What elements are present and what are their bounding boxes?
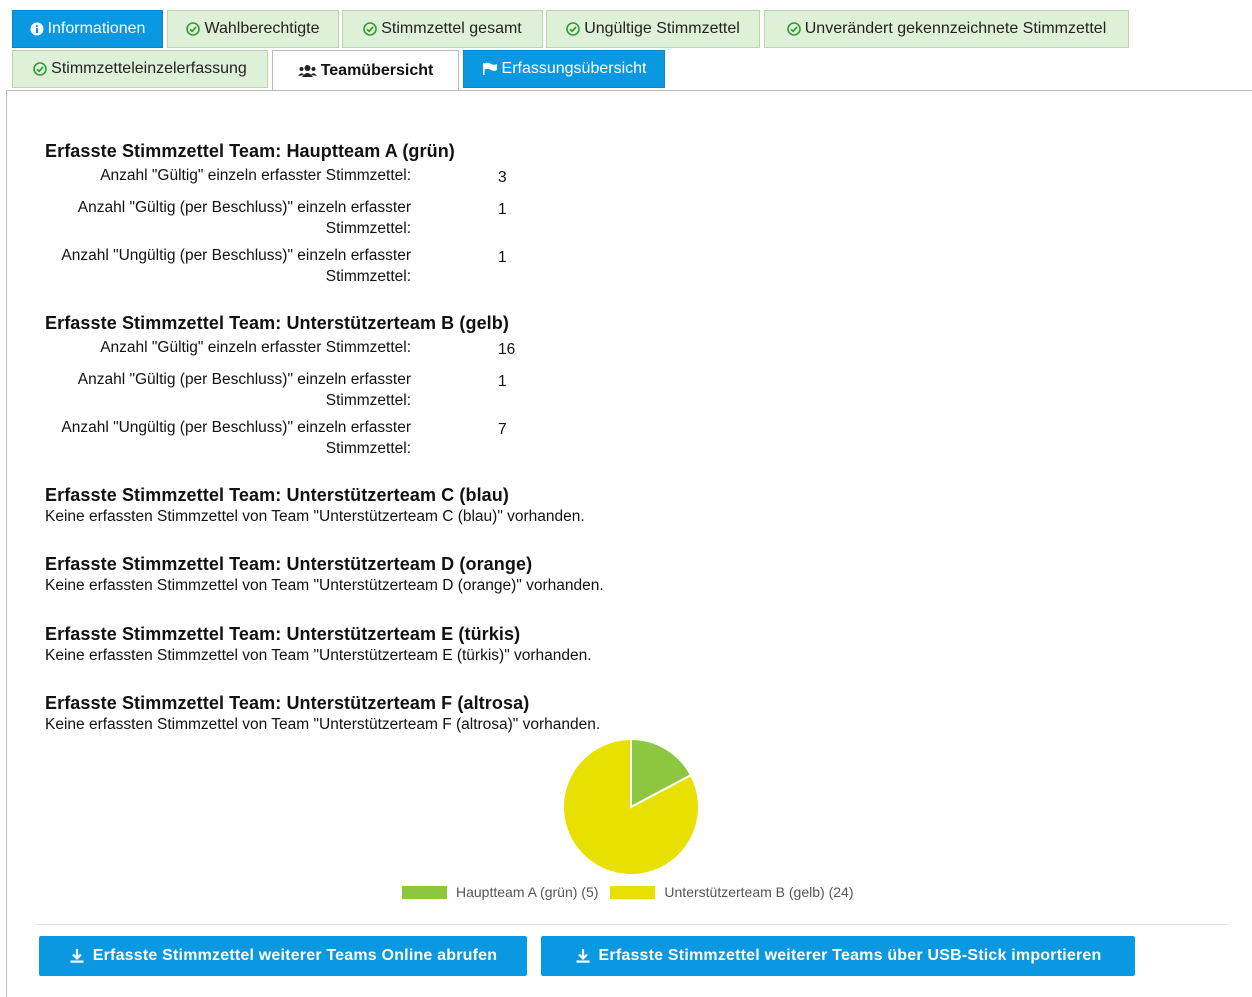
check-circle-icon <box>566 22 580 36</box>
empty-message: Keine erfassten Stimmzettel von Team "Un… <box>45 716 601 733</box>
team-section-b: Erfasste Stimmzettel Team: Unterstützert… <box>45 313 745 465</box>
stat-row: Anzahl "Gültig" einzeln erfasster Stimmz… <box>45 337 745 369</box>
empty-message: Keine erfassten Stimmzettel von Team "Un… <box>45 647 592 664</box>
tab-wahlberechtigte[interactable]: Wahlberechtigte <box>167 10 339 48</box>
check-circle-icon <box>363 22 378 36</box>
tab-label: Unverändert gekennzeichnete Stimmzettel <box>804 20 1107 37</box>
team-title: Erfasste Stimmzettel Team: Unterstützert… <box>45 624 521 644</box>
tab-label: Teamübersicht <box>320 61 434 79</box>
stat-value: 7 <box>498 421 507 438</box>
team-section-d: Erfasste Stimmzettel Team: Unterstützert… <box>45 554 745 595</box>
stat-value: 1 <box>498 373 507 390</box>
tab-underline <box>6 90 1252 91</box>
stat-label: Anzahl "Ungültig (per Beschluss)" einzel… <box>61 419 411 457</box>
stat-label: Anzahl "Gültig (per Beschluss)" einzeln … <box>77 371 411 409</box>
team-title: Erfasste Stimmzettel Team: Unterstützert… <box>45 485 509 505</box>
tab-label: Ungültige Stimmzettel <box>584 20 740 37</box>
tab-label: Stimmzettel gesamt <box>381 20 522 37</box>
check-circle-icon <box>186 22 201 36</box>
flag-icon <box>482 62 498 76</box>
button-label: Erfasste Stimmzettel weiterer Teams Onli… <box>92 947 498 964</box>
button-label: Erfasste Stimmzettel weiterer Teams über… <box>598 947 1102 964</box>
tab-label: Wahlberechtigte <box>204 20 320 37</box>
tab-erfassungsuebersicht[interactable]: Erfassungsübersicht <box>463 50 665 88</box>
stat-value: 16 <box>498 341 516 358</box>
stat-label: Anzahl "Gültig" einzeln erfasster Stimmz… <box>100 339 411 356</box>
legend-label: Hauptteam A (grün) (5) <box>456 884 599 900</box>
info-circle-icon <box>30 22 44 36</box>
team-title: Erfasste Stimmzettel Team: Unterstützert… <box>45 554 533 574</box>
stat-label: Anzahl "Gültig (per Beschluss)" einzeln … <box>77 199 411 237</box>
stat-label: Anzahl "Gültig" einzeln erfasster Stimmz… <box>100 167 411 184</box>
tab-ungueltige-stimmzettel[interactable]: Ungültige Stimmzettel <box>546 10 760 48</box>
stat-label: Anzahl "Ungültig (per Beschluss)" einzel… <box>61 247 411 285</box>
tab-stimmzetteleinzelerfassung[interactable]: Stimmzetteleinzelerfassung <box>12 50 268 88</box>
stat-value: 3 <box>498 169 507 186</box>
fetch-online-button[interactable]: Erfasste Stimmzettel weiterer Teams Onli… <box>39 936 527 976</box>
team-title: Erfasste Stimmzettel Team: Unterstützert… <box>45 313 509 333</box>
import-usb-button[interactable]: Erfasste Stimmzettel weiterer Teams über… <box>541 936 1135 976</box>
empty-message: Keine erfassten Stimmzettel von Team "Un… <box>45 577 604 594</box>
tab-label: Stimmzetteleinzelerfassung <box>51 60 247 77</box>
check-circle-icon <box>786 22 801 36</box>
pie-chart <box>562 737 700 876</box>
tab-informationen[interactable]: Informationen <box>12 10 163 48</box>
legend-swatch <box>402 885 447 899</box>
team-section-f: Erfasste Stimmzettel Team: Unterstützert… <box>45 693 745 734</box>
team-title: Erfasste Stimmzettel Team: Hauptteam A (… <box>45 141 455 161</box>
team-section-e: Erfasste Stimmzettel Team: Unterstützert… <box>45 624 745 665</box>
download-icon <box>69 948 85 964</box>
empty-message: Keine erfassten Stimmzettel von Team "Un… <box>45 508 585 525</box>
chart-legend: Hauptteam A (grün) (5) Unterstützerteam B… <box>402 884 865 900</box>
stat-row: Anzahl "Ungültig (per Beschluss)" einzel… <box>45 417 745 465</box>
tab-bar: Informationen Wahlberechtigte Stimmzette… <box>0 0 1252 91</box>
tab-stimmzettel-gesamt[interactable]: Stimmzettel gesamt <box>342 10 543 48</box>
legend-item-1: Unterstützerteam B (gelb) (24) <box>610 884 853 900</box>
team-section-c: Erfasste Stimmzettel Team: Unterstützert… <box>45 485 745 526</box>
stat-row: Anzahl "Ungültig (per Beschluss)" einzel… <box>45 245 745 293</box>
legend-swatch <box>610 885 656 899</box>
tab-unveraendert-gekennzeichnete[interactable]: Unverändert gekennzeichnete Stimmzettel <box>764 10 1129 48</box>
download-icon <box>575 948 591 964</box>
check-circle-icon <box>33 62 47 76</box>
content-frame-border <box>6 90 7 997</box>
tab-teamuebersicht[interactable]: Teamübersicht <box>272 50 459 91</box>
stat-row: Anzahl "Gültig (per Beschluss)" einzeln … <box>45 197 745 245</box>
legend-label: Unterstützerteam B (gelb) (24) <box>664 884 854 900</box>
stat-value: 1 <box>498 201 507 218</box>
pie-chart-svg <box>562 737 700 876</box>
stat-row: Anzahl "Gültig" einzeln erfasster Stimmz… <box>45 165 745 197</box>
stat-value: 1 <box>498 249 507 266</box>
stat-row: Anzahl "Gültig (per Beschluss)" einzeln … <box>45 369 745 417</box>
team-title: Erfasste Stimmzettel Team: Unterstützert… <box>45 693 530 713</box>
separator <box>37 924 1227 925</box>
tab-label: Informationen <box>47 20 146 37</box>
legend-item-0: Hauptteam A (grün) (5) <box>402 884 598 900</box>
tab-label: Erfassungsübersicht <box>501 60 647 77</box>
users-icon <box>297 64 317 78</box>
team-section-a: Erfasste Stimmzettel Team: Hauptteam A (… <box>45 141 745 293</box>
